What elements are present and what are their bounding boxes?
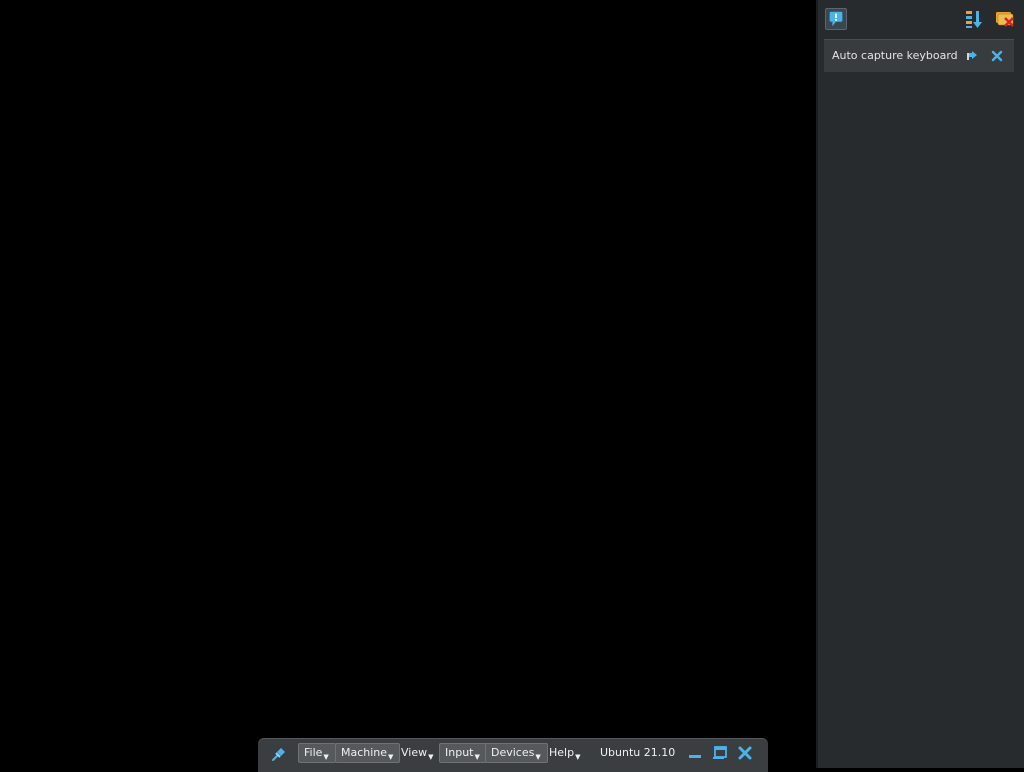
minimize-button[interactable] (687, 745, 703, 761)
close-icon (738, 746, 752, 760)
chevron-down-icon: ▼ (428, 753, 434, 761)
mini-toolbar: File▼ Machine▼ View▼ Input▼ Devices▼ Hel… (258, 738, 768, 772)
chevron-down-icon: ▼ (575, 753, 581, 761)
restore-icon (713, 746, 727, 759)
clear-all-icon (996, 12, 1014, 27)
notification-text: Auto capture keyboard ... (832, 49, 960, 62)
vm-name: Ubuntu 21.10 (600, 746, 676, 759)
sort-order-button[interactable] (963, 8, 985, 30)
chevron-down-icon: ▼ (535, 753, 541, 761)
pin-icon[interactable] (966, 50, 978, 62)
notification-bubble-icon (829, 11, 843, 27)
notification-center-panel: Auto capture keyboard ... (816, 0, 1024, 768)
chevron-down-icon: ▼ (388, 753, 394, 761)
menu-devices-label: Devices (491, 746, 535, 759)
menu-devices[interactable]: Devices▼ (485, 743, 548, 763)
menu-view-label: View (401, 746, 428, 759)
chevron-down-icon: ▼ (474, 753, 480, 761)
menu-file[interactable]: File▼ (298, 743, 336, 763)
restore-button[interactable] (712, 745, 728, 761)
close-button[interactable] (737, 745, 753, 761)
menu-input[interactable]: Input▼ (439, 743, 487, 763)
menu-view[interactable]: View▼ (396, 743, 440, 763)
menu-machine[interactable]: Machine▼ (335, 743, 401, 763)
notification-item[interactable]: Auto capture keyboard ... (824, 39, 1014, 72)
notification-toggle-button[interactable] (825, 8, 847, 30)
menu-help[interactable]: Help▼ (544, 743, 586, 763)
menu-help-label: Help (549, 746, 575, 759)
notification-center-header (818, 0, 1024, 36)
chevron-down-icon: ▼ (323, 753, 329, 761)
menu-file-label: File (304, 746, 323, 759)
pin-icon[interactable] (270, 745, 288, 763)
sort-order-icon (966, 11, 982, 28)
clear-all-button[interactable] (994, 8, 1016, 30)
minimize-icon (689, 755, 701, 758)
menu-machine-label: Machine (341, 746, 388, 759)
vm-display-area[interactable] (0, 0, 816, 768)
close-icon[interactable] (990, 49, 1004, 63)
menu-input-label: Input (445, 746, 474, 759)
